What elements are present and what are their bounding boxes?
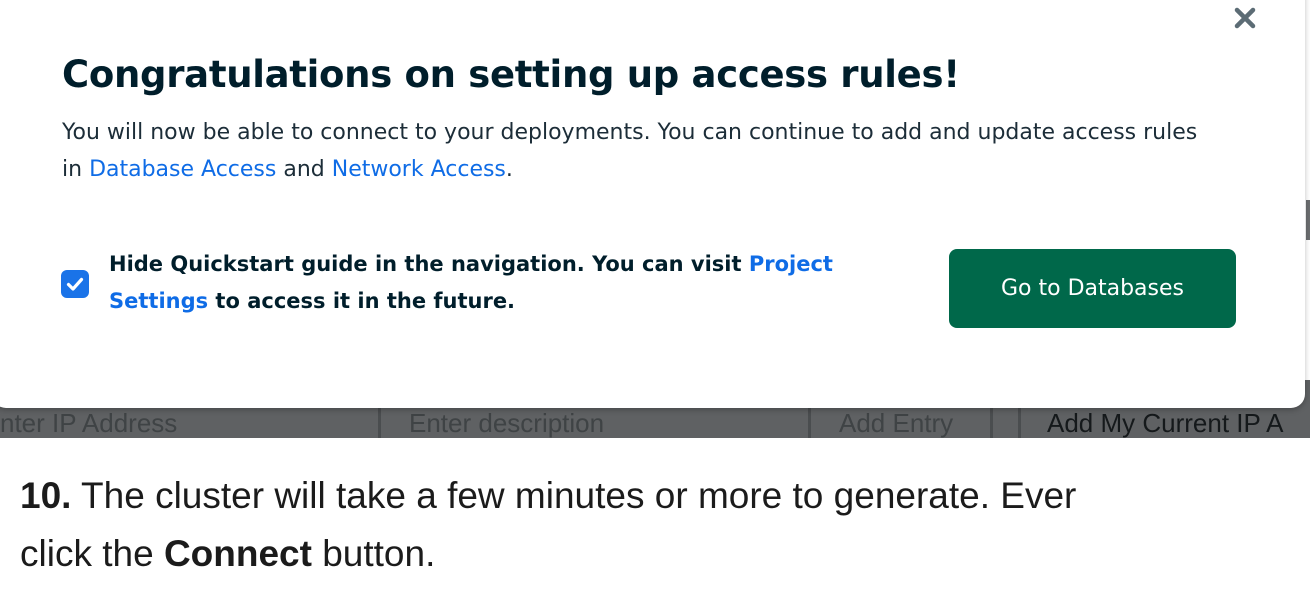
access-rules-modal: Congratulations on setting up access rul… — [0, 0, 1305, 408]
description-end-text: . — [505, 157, 513, 182]
checkbox-label-end-text: to access it in the future. — [208, 289, 516, 313]
screenshot-stage: nter IP Address Enter description Add En… — [0, 0, 1310, 595]
hide-quickstart-label: Hide Quickstart guide in the navigation.… — [109, 246, 899, 320]
modal-description: You will now be able to connect to your … — [62, 114, 1222, 188]
step-instructions: 10. The cluster will take a few minutes … — [20, 467, 1310, 583]
network-access-link[interactable]: Network Access — [332, 157, 506, 182]
database-access-link[interactable]: Database Access — [89, 157, 276, 182]
add-entry-button[interactable]: Add Entry — [808, 408, 993, 438]
hide-quickstart-checkbox[interactable] — [61, 270, 89, 298]
background-page-edge — [1306, 200, 1310, 240]
go-to-databases-button[interactable]: Go to Databases — [949, 249, 1236, 328]
step-line-2-prefix: click the — [20, 533, 164, 574]
step-number: 10. — [20, 475, 72, 516]
checkmark-icon — [61, 270, 89, 298]
close-icon — [1227, 0, 1263, 36]
ip-address-input[interactable]: nter IP Address — [0, 408, 358, 438]
modal-title: Congratulations on setting up access rul… — [62, 53, 960, 96]
close-button[interactable] — [1227, 0, 1263, 36]
checkbox-label-text: Hide Quickstart guide in the navigation.… — [109, 252, 749, 276]
connect-bold-text: Connect — [163, 533, 312, 574]
description-input[interactable]: Enter description — [378, 408, 773, 438]
step-line-2-suffix: button. — [311, 533, 436, 574]
step-line-1: The cluster will take a few minutes or m… — [71, 475, 1077, 516]
description-middle-text: and — [276, 157, 332, 182]
add-current-ip-button[interactable]: Add My Current IP A — [1018, 408, 1310, 438]
